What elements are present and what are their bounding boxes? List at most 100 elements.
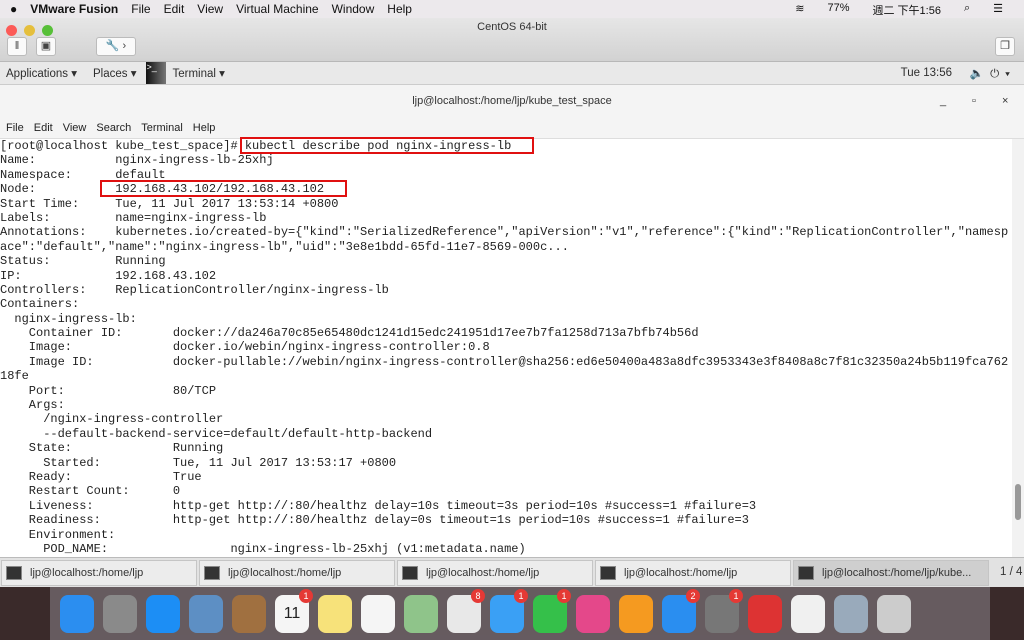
highlight-node-box	[100, 180, 347, 197]
terminal-line: Image: docker.io/webin/nginx-ingress-con…	[0, 340, 490, 355]
window-list-label: ljp@localhost:/home/ljp	[426, 567, 540, 579]
dock-facetime-icon[interactable]: 1	[533, 588, 571, 633]
menu-view[interactable]: View	[197, 2, 223, 16]
menu-clock[interactable]: 週二 下午1:56	[872, 2, 940, 18]
terminal-menu-terminal[interactable]: Terminal	[141, 122, 183, 134]
battery-percent[interactable]: 77%	[827, 2, 849, 18]
terminal-line: Annotations: kubernetes.io/created-by={"…	[0, 225, 1009, 240]
window-list-label: ljp@localhost:/home/ljp	[228, 567, 342, 579]
system-menu[interactable]: 🔈⏻▾	[970, 66, 1016, 81]
dock-textedit-icon[interactable]	[791, 594, 825, 633]
window-list-item[interactable]: ljp@localhost:/home/ljp	[397, 560, 593, 586]
dock-safari-icon[interactable]	[146, 594, 180, 633]
scrollbar-thumb[interactable]	[1015, 484, 1021, 520]
apple-icon[interactable]: ●	[10, 2, 17, 16]
close-button[interactable]: ×	[1002, 85, 1008, 118]
terminal-scrollbar[interactable]	[1012, 139, 1024, 557]
dock-photos-icon[interactable]: 8	[447, 588, 485, 633]
notification-badge: 1	[299, 588, 313, 603]
terminal-line: Liveness: http-get http://:80/healthz de…	[0, 498, 757, 513]
wifi-icon[interactable]: ≋	[795, 2, 804, 18]
terminal-menu-search[interactable]: Search	[96, 122, 131, 134]
notification-badge: 1	[514, 588, 528, 603]
terminal-line: Controllers: ReplicationController/nginx…	[0, 282, 389, 297]
notification-badge: 8	[471, 588, 485, 603]
dock-mail-icon[interactable]	[189, 594, 223, 633]
terminal-line: Containers:	[0, 297, 80, 312]
terminal-line: Environment:	[0, 527, 116, 542]
terminal-menu-view[interactable]: View	[63, 122, 87, 134]
terminal-output[interactable]: [root@localhost kube_test_space]# kubect…	[0, 139, 1012, 557]
menu-help[interactable]: Help	[387, 2, 412, 16]
places-menu[interactable]: Places ▾	[93, 66, 136, 80]
dock-ibooks-icon[interactable]	[619, 594, 653, 633]
workspace-pager[interactable]: 1 / 4	[990, 558, 1022, 587]
terminal-menu-file[interactable]: File	[6, 122, 24, 134]
gnome-window-list: ljp@localhost:/home/ljp ljp@localhost:/ho…	[0, 557, 1024, 587]
menu-file[interactable]: File	[131, 2, 150, 16]
terminal-menu-edit[interactable]: Edit	[34, 122, 53, 134]
terminal-menu-help[interactable]: Help	[193, 122, 216, 134]
spotlight-icon[interactable]: ⌕	[964, 2, 970, 18]
unity-view-button[interactable]: ❐	[995, 37, 1015, 56]
terminal-line: Labels: name=nginx-ingress-lb	[0, 210, 267, 225]
dock-finder-icon[interactable]	[60, 594, 94, 633]
pause-button[interactable]: ‖	[7, 37, 27, 56]
terminal-line: Status: Running	[0, 254, 166, 269]
window-list-item[interactable]: ljp@localhost:/home/ljp	[595, 560, 791, 586]
menu-edit[interactable]: Edit	[164, 2, 185, 16]
dock-contacts-icon[interactable]	[232, 594, 266, 633]
terminal-line: Readiness: http-get http://:80/healthz d…	[0, 513, 749, 528]
dock-system-preferences-icon[interactable]: 1	[705, 588, 743, 633]
dock-notes-icon[interactable]	[318, 594, 352, 633]
menu-virtual-machine[interactable]: Virtual Machine	[236, 2, 319, 16]
notification-badge: 1	[729, 588, 743, 603]
window-list-item[interactable]: ljp@localhost:/home/ljp/kube...	[793, 560, 989, 586]
terminal-icon	[402, 566, 418, 580]
vmware-window-titlebar: CentOS 64-bit ‖ ▣ 🔧 › ❐	[0, 18, 1024, 62]
gnome-clock[interactable]: Tue 13:56	[901, 67, 952, 79]
notification-badge: 1	[557, 588, 571, 603]
dock-preview-icon[interactable]	[834, 594, 868, 633]
applications-menu[interactable]: Applications ▾	[6, 66, 77, 80]
terminal-icon	[798, 566, 814, 580]
maximize-button[interactable]: ▫	[972, 85, 976, 118]
dock-launchpad-icon[interactable]	[103, 594, 137, 633]
dock-reminders-icon[interactable]	[361, 594, 395, 633]
gnome-top-bar: Applications ▾ Places ▾ >_ Terminal ▾ Tu…	[0, 62, 1024, 85]
terminal-line: Name: nginx-ingress-lb-25xhj	[0, 153, 274, 168]
highlight-command-box	[240, 137, 534, 154]
calendar-day: 11	[283, 604, 301, 622]
terminal-line: State: Running	[0, 441, 224, 456]
terminal-line: /nginx-ingress-controller	[0, 412, 224, 427]
dock-calendar-icon[interactable]: 11 1	[275, 588, 313, 633]
window-list-item[interactable]: ljp@localhost:/home/ljp	[199, 560, 395, 586]
terminal-line: IP: 192.168.43.102	[0, 268, 217, 283]
terminal-line: Args:	[0, 398, 65, 413]
dock-vmware-fusion-icon[interactable]	[748, 594, 782, 633]
menu-window[interactable]: Window	[332, 2, 375, 16]
minimize-button[interactable]: _	[940, 85, 946, 118]
terminal-icon	[600, 566, 616, 580]
dock-maps-icon[interactable]	[404, 594, 438, 633]
terminal-line: ace":"default","name":"nginx-ingress-lb"…	[0, 239, 569, 254]
dock-app-store-icon[interactable]: 2	[662, 588, 700, 633]
dock-itunes-icon[interactable]	[576, 594, 610, 633]
terminal-menu-bar: File Edit View Search Terminal Help	[0, 118, 1024, 139]
macos-dock: 11 1 8 1 1 2 1	[50, 587, 990, 640]
vm-title: CentOS 64-bit	[477, 21, 547, 33]
settings-wrench-button[interactable]: 🔧 ›	[96, 37, 136, 56]
window-list-item[interactable]: ljp@localhost:/home/ljp	[1, 560, 197, 586]
terminal-icon	[204, 566, 220, 580]
app-menu[interactable]: VMware Fusion	[30, 2, 118, 16]
dock-messages-icon[interactable]: 1	[490, 588, 528, 633]
notification-center-icon[interactable]: ☰	[993, 2, 1003, 18]
terminal-line: 18fe	[0, 369, 29, 384]
terminal-line: Started: Tue, 11 Jul 2017 13:53:17 +0800	[0, 455, 397, 470]
dock-trash-icon[interactable]	[877, 594, 911, 633]
terminal-line: nginx-ingress-lb:	[0, 311, 137, 326]
terminal-line: POD_NAME: nginx-ingress-lb-25xhj (v1:met…	[0, 541, 526, 556]
terminal-app-menu[interactable]: Terminal ▾	[172, 66, 224, 80]
terminal-titlebar: ljp@localhost:/home/ljp/kube_test_space …	[0, 85, 1024, 118]
snapshot-button[interactable]: ▣	[36, 37, 56, 56]
